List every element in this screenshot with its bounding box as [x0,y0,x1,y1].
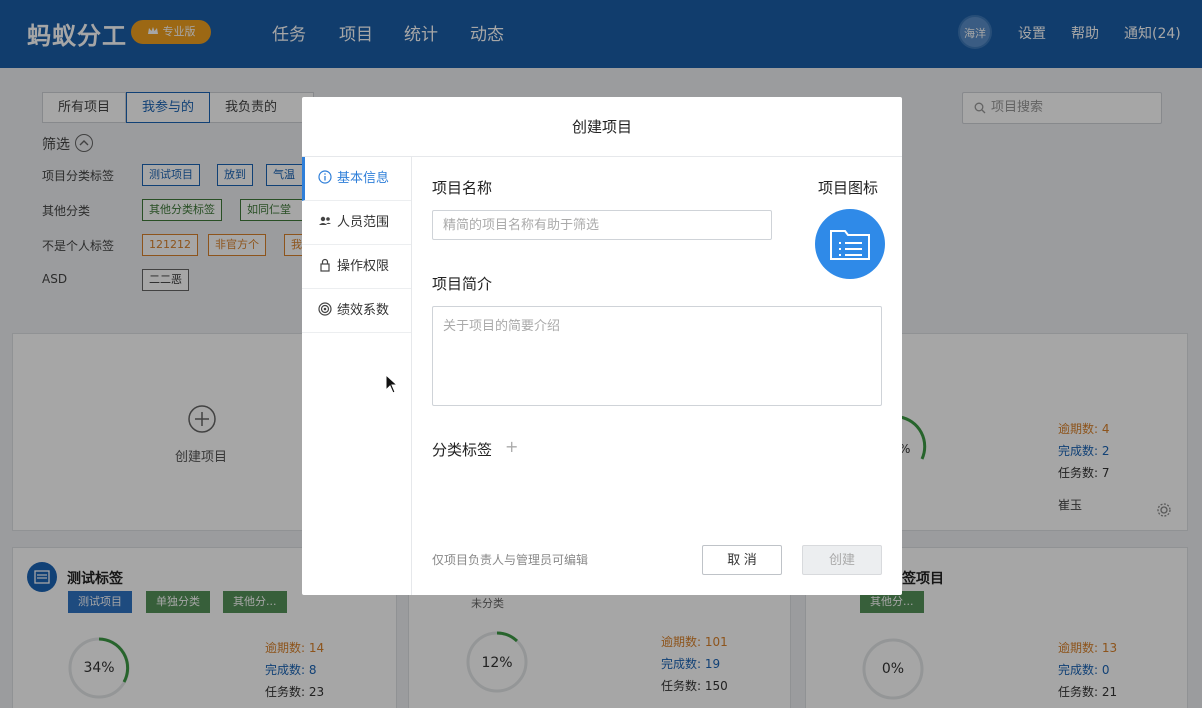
people-icon [319,216,331,225]
target-icon [318,302,332,316]
side-item-permissions[interactable]: 操作权限 [302,245,411,289]
cancel-button[interactable]: 取 消 [702,545,782,575]
side-item-basic-info[interactable]: 基本信息 [302,157,411,201]
dialog-title: 创建项目 [302,97,902,157]
side-item-label: 基本信息 [337,171,390,186]
project-desc-label: 项目简介 [432,275,493,293]
project-icon-picker[interactable] [815,209,885,279]
side-item-label: 绩效系数 [337,303,390,318]
edit-permission-hint: 仅项目负责人与管理员可编辑 [432,553,589,567]
mouse-cursor-icon [385,374,399,394]
category-tags-label: 分类标签 [432,441,493,459]
project-name-label: 项目名称 [432,179,493,197]
side-item-performance[interactable]: 绩效系数 [302,289,411,333]
project-desc-textarea[interactable] [432,306,882,406]
side-item-label: 人员范围 [337,215,390,230]
create-project-dialog: 创建项目 基本信息 人员范围 操作权限 绩效系数 项目名称 项目图标 项目简介 … [302,97,902,595]
side-item-label: 操作权限 [337,259,390,274]
project-icon-label: 项目图标 [818,179,879,197]
folder-list-icon [830,230,870,260]
project-name-input[interactable] [432,210,772,240]
add-tag-icon[interactable]: + [505,437,518,456]
lock-icon [320,258,330,272]
info-icon [318,170,332,184]
side-item-members[interactable]: 人员范围 [302,201,411,245]
create-button[interactable]: 创建 [802,545,882,575]
